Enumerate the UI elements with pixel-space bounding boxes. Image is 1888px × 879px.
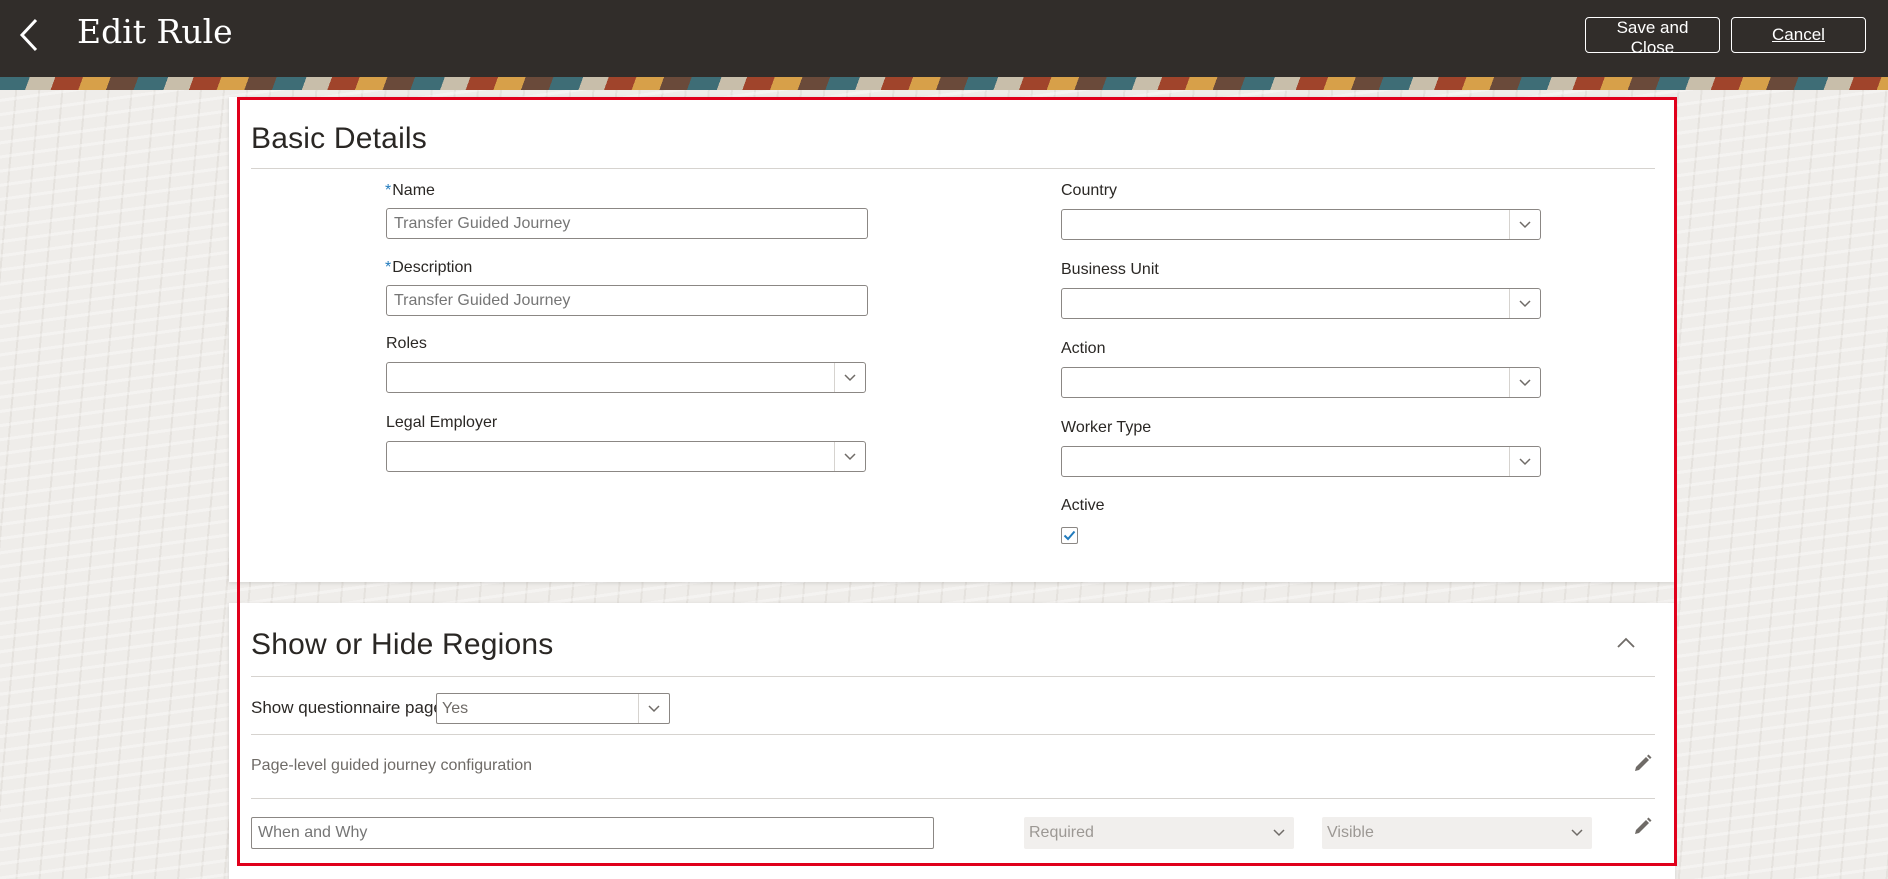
legal-employer-select[interactable] bbox=[386, 441, 866, 472]
visible-select-value: Visible bbox=[1327, 824, 1374, 841]
country-select[interactable] bbox=[1061, 209, 1541, 240]
chevron-down-icon bbox=[1273, 829, 1285, 837]
roles-label: Roles bbox=[386, 335, 427, 352]
pencil-icon bbox=[1635, 817, 1652, 834]
chevron-down-icon bbox=[1519, 299, 1531, 307]
questionnaire-divider bbox=[251, 734, 1655, 735]
cancel-button[interactable]: Cancel bbox=[1731, 17, 1866, 53]
action-select[interactable] bbox=[1061, 367, 1541, 398]
questionnaire-dropdown-button[interactable] bbox=[638, 694, 669, 723]
questionnaire-select-value: Yes bbox=[442, 700, 469, 717]
chevron-down-icon bbox=[1571, 829, 1583, 837]
description-required-marker: * bbox=[385, 259, 392, 276]
required-select-value: Required bbox=[1029, 824, 1094, 841]
chevron-down-icon bbox=[844, 373, 856, 381]
required-dropdown-button[interactable] bbox=[1264, 817, 1294, 849]
visible-select[interactable]: Visible bbox=[1322, 817, 1592, 849]
name-input[interactable] bbox=[386, 208, 868, 239]
back-button[interactable] bbox=[12, 16, 46, 54]
pencil-icon bbox=[1635, 754, 1652, 771]
chevron-up-icon bbox=[1617, 637, 1635, 648]
name-label-text: Name bbox=[392, 182, 435, 199]
basic-details-card bbox=[229, 97, 1675, 582]
save-and-close-button[interactable]: Save and Close bbox=[1585, 17, 1720, 57]
visible-dropdown-button[interactable] bbox=[1562, 817, 1592, 849]
country-dropdown-button[interactable] bbox=[1509, 210, 1540, 239]
business-unit-select[interactable] bbox=[1061, 288, 1541, 319]
decorative-banner bbox=[0, 77, 1888, 90]
worker-type-label: Worker Type bbox=[1061, 419, 1152, 436]
chevron-down-icon bbox=[648, 704, 660, 712]
active-checkbox[interactable] bbox=[1061, 527, 1078, 544]
basic-details-divider bbox=[251, 168, 1655, 169]
show-hide-regions-divider bbox=[251, 676, 1655, 677]
questionnaire-select[interactable]: Yes bbox=[436, 693, 670, 724]
legal-employer-label: Legal Employer bbox=[386, 414, 498, 431]
page-level-config-text: Page-level guided journey configuration bbox=[251, 757, 533, 774]
edit-region-row-button[interactable] bbox=[1630, 815, 1654, 839]
worker-type-dropdown-button[interactable] bbox=[1509, 447, 1540, 476]
required-select[interactable]: Required bbox=[1024, 817, 1294, 849]
roles-select[interactable] bbox=[386, 362, 866, 393]
roles-dropdown-button[interactable] bbox=[834, 363, 865, 392]
chevron-left-icon bbox=[19, 18, 38, 52]
show-hide-regions-title: Show or Hide Regions bbox=[251, 628, 554, 661]
legal-employer-dropdown-button[interactable] bbox=[834, 442, 865, 471]
business-unit-dropdown-button[interactable] bbox=[1509, 289, 1540, 318]
config-divider bbox=[251, 798, 1655, 799]
business-unit-label: Business Unit bbox=[1061, 261, 1159, 278]
action-dropdown-button[interactable] bbox=[1509, 368, 1540, 397]
cancel-button-label: Cancel bbox=[1772, 25, 1825, 44]
app-header: Edit Rule Save and Close Cancel bbox=[0, 0, 1888, 77]
chevron-down-icon bbox=[1519, 378, 1531, 386]
collapse-section-button[interactable] bbox=[1612, 628, 1640, 656]
questionnaire-label: Show questionnaire page bbox=[251, 698, 443, 717]
basic-details-title: Basic Details bbox=[251, 122, 427, 155]
country-label: Country bbox=[1061, 182, 1118, 199]
chevron-down-icon bbox=[1519, 220, 1531, 228]
description-input[interactable] bbox=[386, 285, 868, 316]
page-title: Edit Rule bbox=[77, 12, 233, 51]
worker-type-select[interactable] bbox=[1061, 446, 1541, 477]
edit-page-config-button[interactable] bbox=[1630, 752, 1654, 776]
action-label: Action bbox=[1061, 340, 1106, 357]
description-label: *Description bbox=[385, 259, 472, 277]
region-name-input[interactable] bbox=[251, 817, 934, 849]
chevron-down-icon bbox=[1519, 457, 1531, 465]
name-required-marker: * bbox=[385, 182, 392, 199]
chevron-down-icon bbox=[844, 452, 856, 460]
active-label: Active bbox=[1061, 497, 1105, 514]
description-label-text: Description bbox=[392, 259, 473, 276]
name-label: *Name bbox=[385, 182, 435, 200]
checkmark-icon bbox=[1063, 530, 1076, 541]
